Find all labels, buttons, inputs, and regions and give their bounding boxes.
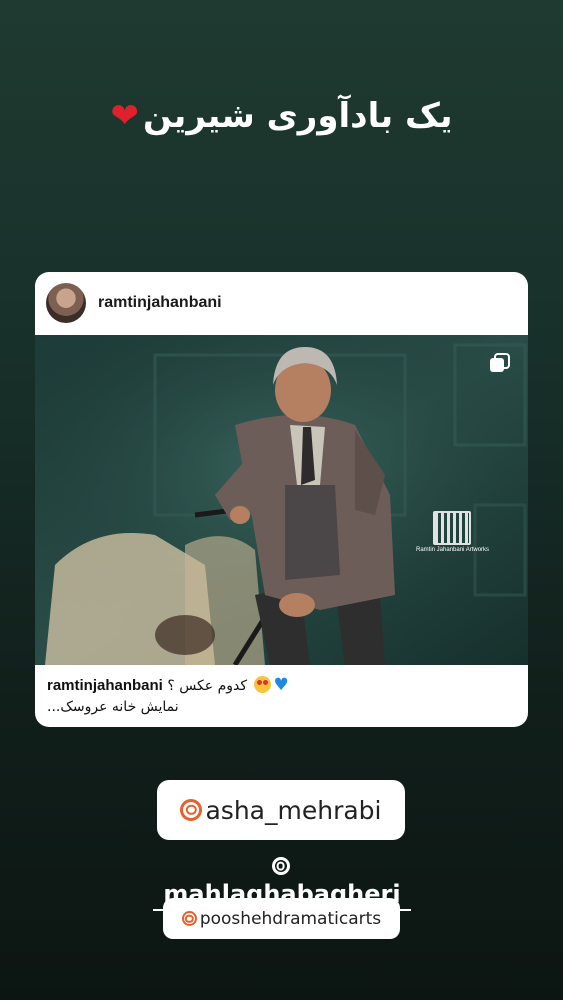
post-caption: ramtinjahanbani کدوم عکس ؟ ♥ نمایش خانه … <box>47 674 517 718</box>
mention-handle: asha_mehrabi <box>205 795 382 825</box>
post-photo[interactable]: Ramtin Jahanbani Artworks <box>35 335 528 665</box>
threads-icon <box>271 857 290 875</box>
mention-sticker-pooshe[interactable]: pooshehdramaticarts <box>163 898 400 939</box>
watermark-text: Ramtin Jahanbani Artworks <box>416 547 490 553</box>
mention-sticker-asha[interactable]: asha_mehrabi <box>157 780 405 840</box>
heart-eyes-emoji-icon <box>254 676 272 693</box>
caption-line1: کدوم عکس ؟ <box>167 678 248 694</box>
carousel-icon[interactable] <box>488 352 512 376</box>
post-username[interactable]: ramtinjahanbani <box>98 294 222 312</box>
threads-icon <box>181 911 197 926</box>
mention-handle: pooshehdramaticarts <box>199 908 382 929</box>
threads-icon <box>180 799 203 821</box>
watermark-logo: Ramtin Jahanbani Artworks <box>416 511 490 555</box>
post-header: ramtinjahanbani <box>35 272 528 335</box>
story-title: یک بادآوری شیرین <box>142 96 453 136</box>
caption-line2: نمایش خانه عروسک... <box>47 699 179 715</box>
stage-photo-illustration <box>35 335 528 665</box>
instagram-post-card[interactable]: ramtinjahanbani Ramtin Jahanbani Artwork… <box>35 272 528 727</box>
watermark-mark-icon <box>433 511 471 545</box>
caption-username[interactable]: ramtinjahanbani <box>47 677 163 694</box>
red-heart-icon: ❤ <box>110 96 139 136</box>
avatar[interactable] <box>46 283 86 323</box>
story-title-container: یک بادآوری شیرین❤ <box>0 96 563 136</box>
blue-heart-icon: ♥ <box>273 675 289 695</box>
